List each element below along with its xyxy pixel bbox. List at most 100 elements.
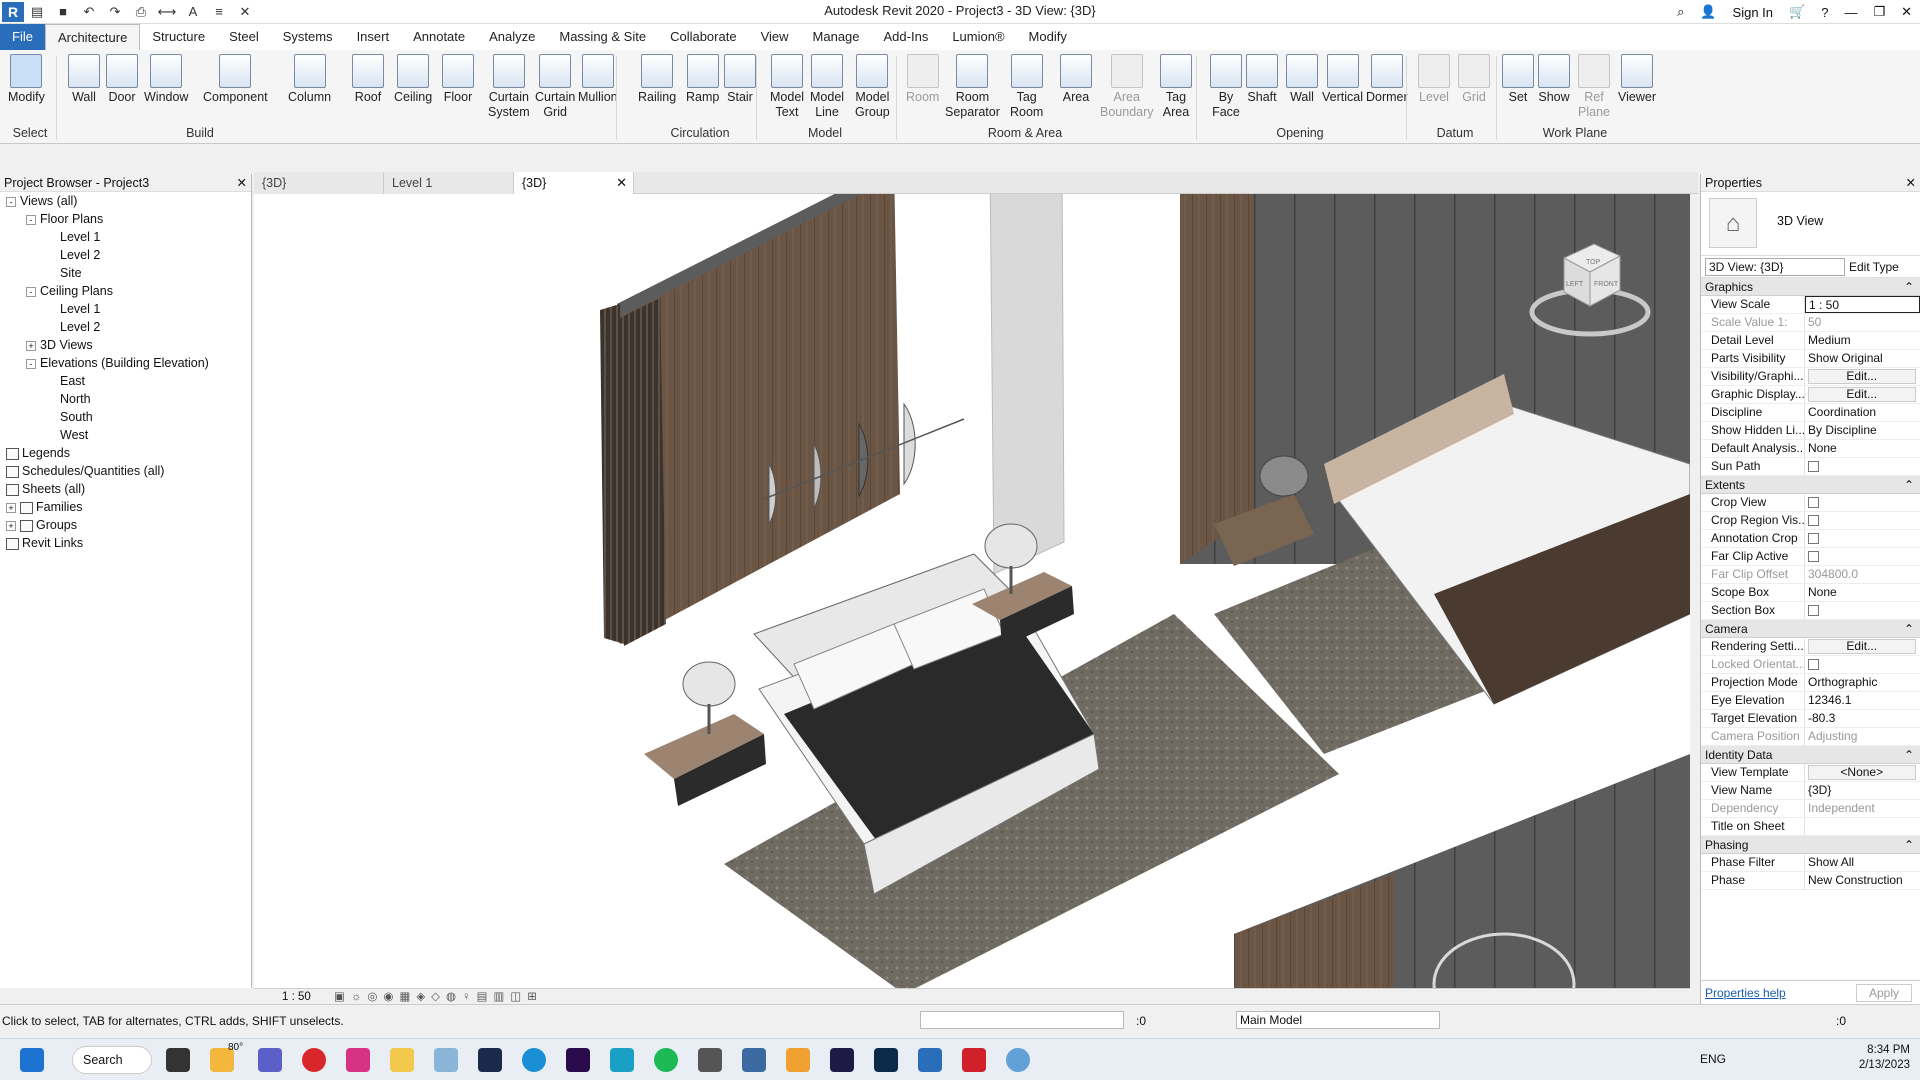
view-tab[interactable]: {3D} ✕ [514, 172, 634, 194]
collapse-group-icon[interactable]: ⌃ [1904, 836, 1914, 854]
ribbon-tool-button[interactable]: Roof [352, 54, 384, 105]
property-value[interactable]: 12346.1 [1805, 692, 1920, 709]
property-value[interactable]: New Construction [1805, 872, 1920, 889]
property-value[interactable] [1805, 494, 1920, 511]
tree-item[interactable]: East [0, 372, 251, 390]
collapse-icon[interactable]: - [26, 214, 36, 225]
ribbon-tool-button[interactable]: Dormer [1366, 54, 1408, 105]
ribbon-tool-button[interactable]: Show [1538, 54, 1570, 105]
tree-item[interactable]: - Elevations (Building Elevation) [0, 354, 251, 372]
ribbon-tool-button[interactable]: Component [203, 54, 268, 105]
ribbon-tool-button[interactable]: Tag Room [1010, 54, 1043, 120]
property-value[interactable]: {3D} [1805, 782, 1920, 799]
ribbon-tool-button[interactable]: Railing [638, 54, 676, 105]
ribbon-tab[interactable]: Annotate [401, 24, 477, 50]
ribbon-tool-button[interactable]: Stair [724, 54, 756, 105]
lightroom-icon[interactable] [478, 1048, 502, 1072]
ribbon-tab[interactable]: Systems [271, 24, 345, 50]
close-icon[interactable]: ✕ [1906, 174, 1916, 192]
ribbon-panel-label[interactable]: Work Plane [1500, 126, 1650, 140]
ribbon-tool-button[interactable]: Floor [442, 54, 474, 105]
ribbon-tool-button[interactable]: Area Boundary [1100, 54, 1154, 120]
expand-icon[interactable]: + [6, 502, 16, 513]
tree-item[interactable]: South [0, 408, 251, 426]
tree-item[interactable]: Site [0, 264, 251, 282]
collapse-icon[interactable]: - [26, 286, 36, 297]
property-value[interactable]: Edit... [1805, 386, 1920, 403]
search-box[interactable]: Search [72, 1046, 152, 1074]
ribbon-tool-button[interactable]: Column [288, 54, 331, 105]
property-value[interactable] [1805, 818, 1920, 835]
ribbon-tool-button[interactable]: Set [1502, 54, 1534, 105]
photos-icon[interactable] [434, 1048, 458, 1072]
3d-view-canvas[interactable]: TOP LEFT FRONT [254, 194, 1690, 988]
ribbon-tool-button[interactable]: Mullion [578, 54, 618, 105]
premiere-icon[interactable] [566, 1048, 590, 1072]
tree-item[interactable]: +3D Views [0, 336, 251, 354]
property-value[interactable]: None [1805, 584, 1920, 601]
type-selector[interactable]: ⌂ 3D View [1701, 192, 1920, 256]
tree-item[interactable]: Level 1 [0, 300, 251, 318]
tree-item[interactable]: + Groups [0, 516, 251, 534]
ribbon-tab[interactable]: File [0, 24, 45, 50]
ribbon-tool-button[interactable]: Room [906, 54, 939, 105]
view-tab[interactable]: Level 1 [384, 172, 514, 194]
ribbon-tool-button[interactable]: Ref Plane [1578, 54, 1610, 120]
property-value[interactable] [1805, 548, 1920, 565]
collapse-group-icon[interactable]: ⌃ [1904, 476, 1914, 494]
restore-icon[interactable]: ❐ [1873, 4, 1885, 20]
collapse-group-icon[interactable]: ⌃ [1904, 620, 1914, 638]
ribbon-tab[interactable]: Insert [345, 24, 402, 50]
text-icon[interactable]: A [183, 3, 203, 21]
ribbon-tool-button[interactable]: Modify [8, 54, 45, 105]
revit-logo-icon[interactable]: R [2, 1, 24, 22]
collapse-group-icon[interactable]: ⌃ [1904, 278, 1914, 296]
checkbox[interactable] [1808, 497, 1819, 509]
tree-item[interactable]: Level 2 [0, 318, 251, 336]
tree-item[interactable]: Level 2 [0, 246, 251, 264]
property-group-header[interactable]: Extents ⌃ [1701, 476, 1920, 494]
help-icon[interactable]: ? [1821, 5, 1828, 20]
ribbon-tool-button[interactable]: Room Separator [945, 54, 1000, 120]
app-icon[interactable] [1006, 1048, 1030, 1072]
ribbon-tool-button[interactable]: By Face [1210, 54, 1242, 120]
task-view-icon[interactable] [166, 1048, 190, 1072]
property-value[interactable]: Edit... [1805, 638, 1920, 655]
ribbon-tab[interactable]: Manage [801, 24, 872, 50]
tree-item[interactable]: - Views (all) [0, 192, 251, 210]
instance-selector[interactable]: 3D View: {3D} [1705, 258, 1845, 276]
close-hidden-icon[interactable]: ✕ [235, 3, 255, 21]
binoculars-icon[interactable]: ⌕ [1677, 4, 1684, 20]
close-tab-icon[interactable]: ✕ [616, 172, 627, 194]
language-indicator[interactable]: ENG [1700, 1052, 1726, 1066]
property-group-header[interactable]: Identity Data ⌃ [1701, 746, 1920, 764]
checkbox[interactable] [1808, 533, 1819, 545]
property-value[interactable]: -80.3 [1805, 710, 1920, 727]
properties-help-link[interactable]: Properties help [1705, 986, 1786, 1000]
property-value[interactable] [1805, 458, 1920, 475]
ribbon-tool-button[interactable]: Curtain System [488, 54, 530, 120]
expand-icon[interactable]: + [26, 340, 36, 351]
ribbon-panel-label[interactable]: Model [760, 126, 890, 140]
checkbox[interactable] [1808, 515, 1819, 527]
property-value[interactable]: Orthographic [1805, 674, 1920, 691]
property-value[interactable] [1805, 530, 1920, 547]
property-group-header[interactable]: Camera ⌃ [1701, 620, 1920, 638]
checkbox[interactable] [1808, 461, 1819, 473]
property-value[interactable] [1805, 602, 1920, 619]
ribbon-panel-label[interactable]: Opening [1200, 126, 1400, 140]
ribbon-tool-button[interactable]: Wall [68, 54, 100, 105]
app-icon[interactable] [610, 1048, 634, 1072]
ribbon-tool-button[interactable]: Model Group [855, 54, 890, 120]
ribbon-tool-button[interactable]: Area [1060, 54, 1092, 105]
property-edit-button[interactable]: Edit... [1808, 639, 1916, 654]
ribbon-tool-button[interactable]: Ramp [686, 54, 719, 105]
view-control-icons[interactable]: ▣☼◎◉▦◈◇◍♀▤▥◫⊞ [334, 991, 543, 1003]
tree-item[interactable]: Level 1 [0, 228, 251, 246]
collapse-group-icon[interactable]: ⌃ [1904, 746, 1914, 764]
app-icon[interactable] [786, 1048, 810, 1072]
teams-icon[interactable] [258, 1048, 282, 1072]
close-icon[interactable]: ✕ [237, 174, 247, 191]
ribbon-tab[interactable]: Lumion® [940, 24, 1016, 50]
ribbon-tab[interactable]: Analyze [477, 24, 547, 50]
